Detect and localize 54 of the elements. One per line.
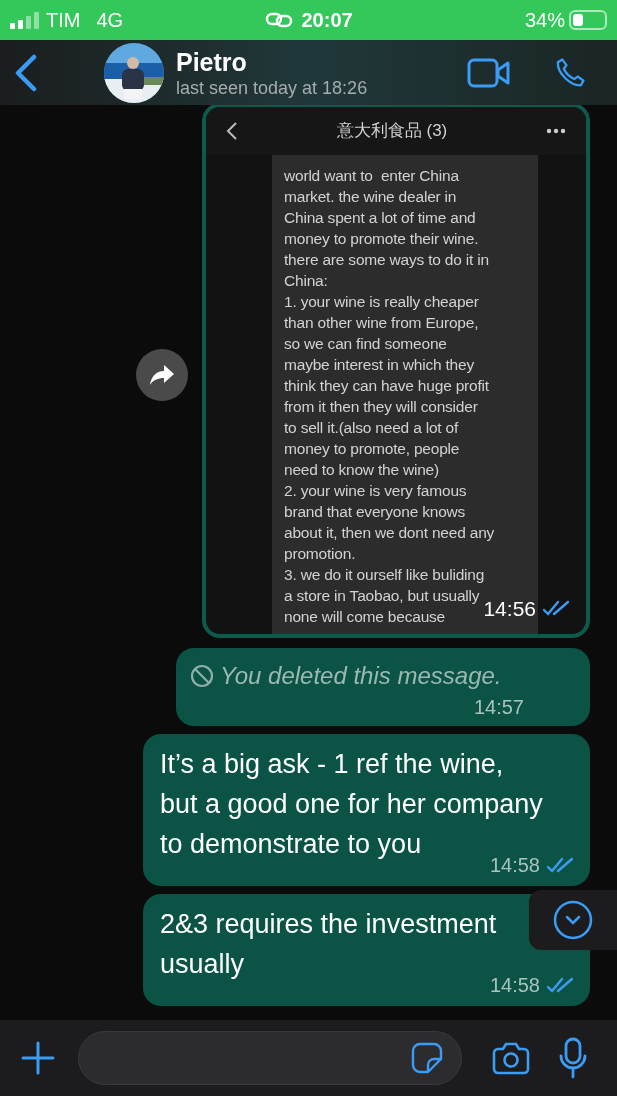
screenshot-text-line: 1. your wine is really cheaper: [284, 292, 479, 312]
message-input-field[interactable]: [78, 1031, 462, 1085]
contact-name[interactable]: Pietro: [176, 46, 467, 77]
screenshot-text-line: than other wine from Europe,: [284, 313, 479, 333]
screenshot-text-line: to sell it.(also need a lot of: [284, 418, 459, 438]
message-time: 14:57: [473, 695, 524, 720]
screenshot-text-line: from it then they will consider: [284, 397, 478, 417]
video-call-button[interactable]: [467, 56, 511, 89]
screenshot-text-line: maybe interest in which they: [284, 355, 474, 375]
signal-icon: [10, 10, 42, 30]
link-icon: [265, 12, 294, 28]
screenshot-text-line: money to promote, people: [284, 439, 460, 459]
screenshot-text-line: world want to enter China: [284, 166, 459, 186]
screenshot-title: 意大利食品 (3): [335, 120, 449, 143]
scroll-down-icon: [553, 900, 593, 940]
screenshot-text-line: China spent a lot of time and: [284, 208, 476, 228]
forward-icon: [149, 364, 175, 386]
battery-percent: 34%: [524, 8, 565, 33]
screenshot-text-line: promotion.: [284, 544, 356, 564]
microphone-icon: [558, 1037, 588, 1079]
screenshot-text-line: 2. your wine is very famous: [284, 481, 467, 501]
screenshot-text-line: market. the wine dealer in: [284, 187, 457, 207]
deleted-message-text: You deleted this message.: [220, 661, 502, 691]
back-button[interactable]: [14, 53, 38, 92]
microphone-button[interactable]: [558, 1037, 588, 1079]
add-button[interactable]: [20, 1040, 56, 1076]
network-type: 4G: [96, 8, 124, 33]
screenshot-text-line: a store in Taobao, but usually: [284, 586, 480, 606]
camera-icon: [492, 1041, 530, 1075]
screenshot-text-line: about it, then we dont need any: [284, 523, 495, 543]
screenshot-text-line: need to know the wine): [284, 460, 439, 480]
blocked-icon: [190, 664, 214, 688]
screenshot-text-line: brand that everyone knows: [284, 502, 466, 522]
back-icon: [226, 121, 238, 141]
screenshot-text-line: none will come because: [284, 607, 446, 627]
clock-time: 20:07: [301, 8, 353, 33]
screenshot-text-line: China:: [284, 271, 328, 291]
last-seen-status: last seen today at 18:26: [176, 76, 369, 99]
screenshot-text-line: money to promote their wine.: [284, 229, 479, 249]
screenshot-text-line: there are some ways to do it in: [284, 250, 489, 270]
battery-icon: [569, 10, 607, 30]
camera-button[interactable]: [492, 1041, 530, 1075]
back-icon: [14, 53, 38, 92]
carrier-name: TIM: [46, 8, 81, 33]
screenshot-text-line: think they can have huge profit: [284, 376, 489, 396]
forward-button[interactable]: [136, 349, 188, 401]
screenshot-text-line: so we can find someone: [284, 334, 447, 354]
message-time: 14:56: [483, 595, 536, 622]
more-icon: [546, 128, 566, 134]
video-call-icon: [467, 56, 511, 89]
add-icon: [20, 1040, 56, 1076]
screenshot-text-line: 3. we do it ourself like buliding: [284, 565, 485, 585]
sticker-icon[interactable]: [411, 1042, 443, 1074]
scroll-down-button[interactable]: [529, 890, 617, 950]
